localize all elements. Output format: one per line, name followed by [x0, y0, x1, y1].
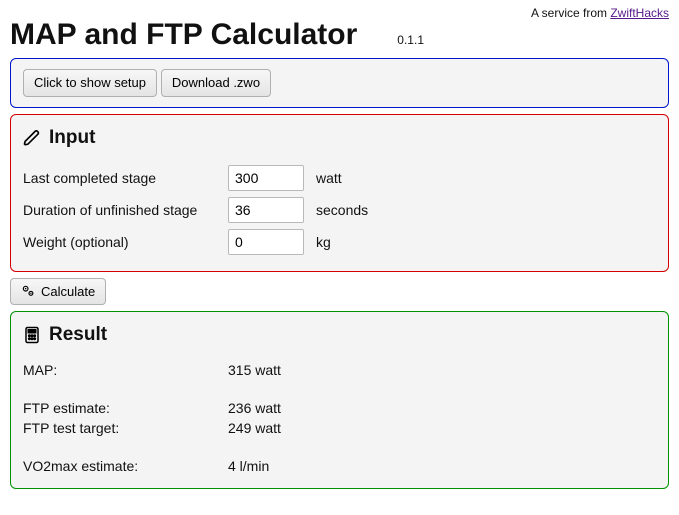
vo2max-value: 4 l/min — [228, 458, 269, 474]
show-setup-button[interactable]: Click to show setup — [23, 69, 157, 97]
calculator-icon — [23, 326, 41, 344]
calculate-label: Calculate — [41, 284, 95, 300]
input-heading: Input — [49, 127, 95, 149]
pencil-icon — [23, 129, 41, 147]
service-link[interactable]: ZwiftHacks — [610, 6, 669, 20]
input-panel: Input Last completed stage watt Duration… — [10, 114, 669, 272]
ftp-estimate-value: 236 watt — [228, 400, 281, 416]
stage-label: Last completed stage — [23, 170, 228, 186]
stage-unit: watt — [316, 170, 342, 186]
gears-icon — [21, 284, 35, 298]
weight-input[interactable] — [228, 229, 304, 255]
vo2max-label: VO2max estimate: — [23, 458, 228, 474]
stage-input[interactable] — [228, 165, 304, 191]
duration-input[interactable] — [228, 197, 304, 223]
version-label: 0.1.1 — [397, 33, 424, 47]
page-title: MAP and FTP Calculator — [10, 18, 357, 52]
calculate-button[interactable]: Calculate — [10, 278, 106, 306]
duration-label: Duration of unfinished stage — [23, 202, 228, 218]
weight-label: Weight (optional) — [23, 234, 228, 250]
show-setup-label: Click to show setup — [34, 75, 146, 91]
result-panel: Result MAP: 315 watt FTP estimate: 236 w… — [10, 311, 669, 489]
download-zwo-label: Download .zwo — [172, 75, 260, 91]
ftp-estimate-label: FTP estimate: — [23, 400, 228, 416]
ftp-target-value: 249 watt — [228, 420, 281, 436]
download-zwo-button[interactable]: Download .zwo — [161, 69, 271, 97]
duration-unit: seconds — [316, 202, 368, 218]
map-value: 315 watt — [228, 362, 281, 378]
weight-unit: kg — [316, 234, 331, 250]
service-prefix: A service from — [531, 6, 610, 20]
result-heading: Result — [49, 324, 107, 346]
map-label: MAP: — [23, 362, 228, 378]
ftp-target-label: FTP test target: — [23, 420, 228, 436]
setup-panel: Click to show setup Download .zwo — [10, 58, 669, 108]
